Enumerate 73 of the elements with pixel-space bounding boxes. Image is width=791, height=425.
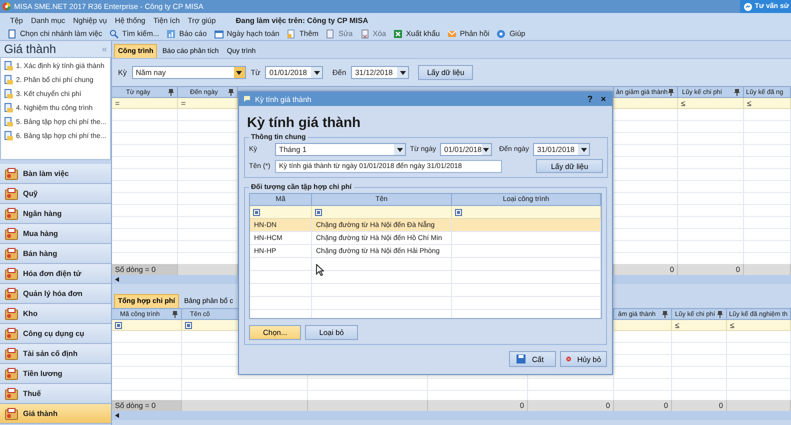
- scroll-left-icon[interactable]: [115, 413, 119, 418]
- help-button[interactable]: ?: [585, 94, 595, 104]
- document-icon: [4, 89, 13, 99]
- delete-icon: [360, 28, 370, 38]
- help-icon: [496, 28, 506, 38]
- close-button[interactable]: ×: [598, 94, 608, 104]
- folder-icon: [5, 228, 18, 240]
- filter-cell[interactable]: =: [178, 98, 238, 109]
- document-icon: [7, 28, 17, 38]
- folder-icon: [5, 188, 18, 200]
- caret-icon: [314, 70, 320, 74]
- pin-icon[interactable]: [734, 88, 740, 96]
- operator-icon[interactable]: [455, 208, 462, 216]
- filter-cell[interactable]: =: [112, 98, 178, 109]
- pin-icon[interactable]: [168, 88, 174, 96]
- cancel-icon: [566, 354, 572, 364]
- operator-icon[interactable]: [253, 208, 260, 216]
- filter-cell[interactable]: [112, 320, 182, 331]
- caret-icon: [396, 148, 402, 152]
- folder-icon: [5, 368, 18, 380]
- filter-cell[interactable]: ≤: [678, 98, 744, 109]
- filter-cell[interactable]: [614, 320, 672, 331]
- folder-icon: [5, 268, 18, 280]
- folder-icon: [5, 288, 18, 300]
- scroll-left-icon[interactable]: [115, 277, 119, 282]
- panel-title: Giá thành: [4, 42, 56, 56]
- chart-icon: [166, 28, 176, 38]
- operator-icon[interactable]: [185, 322, 192, 328]
- pin-icon[interactable]: [717, 310, 723, 318]
- caret-icon: [236, 70, 242, 74]
- folder-icon: [5, 388, 18, 400]
- mail-icon: [446, 28, 457, 38]
- operator-icon[interactable]: [315, 208, 322, 216]
- pin-icon[interactable]: [172, 310, 178, 318]
- operator-icon[interactable]: [115, 322, 122, 328]
- footer-cell: [178, 264, 238, 275]
- pin-icon[interactable]: [662, 310, 668, 318]
- edit-icon: [325, 28, 336, 38]
- footer-cell: [727, 400, 791, 411]
- folder-icon: [5, 168, 18, 180]
- pin-icon[interactable]: [668, 88, 674, 96]
- folder-icon: [5, 328, 18, 340]
- calendar-icon: [214, 28, 224, 38]
- caret-icon: [483, 148, 490, 152]
- spreadsheet-icon: [393, 28, 404, 38]
- pin-icon[interactable]: [228, 88, 234, 96]
- filter-cell[interactable]: [312, 206, 452, 219]
- filter-cell[interactable]: [250, 206, 312, 219]
- flag-icon: [243, 95, 251, 103]
- filter-cell[interactable]: ≤: [727, 320, 791, 331]
- chat-bubble-icon: [744, 2, 752, 10]
- filter-cell[interactable]: ≤: [672, 320, 727, 331]
- document-icon: [4, 61, 13, 71]
- folder-icon: [5, 248, 18, 260]
- document-icon: [4, 103, 13, 113]
- filter-cell[interactable]: ≤: [744, 98, 791, 109]
- folder-icon: [5, 408, 18, 420]
- document-icon: [4, 131, 13, 141]
- caret-icon: [400, 70, 406, 74]
- add-document-icon: [286, 28, 296, 38]
- filter-cell[interactable]: [452, 206, 601, 219]
- folder-icon: [5, 208, 18, 220]
- filter-cell[interactable]: [614, 98, 678, 109]
- horizontal-scrollbar[interactable]: [112, 411, 791, 420]
- mouse-cursor-icon: [316, 264, 324, 276]
- document-icon: [4, 75, 13, 85]
- folder-icon: [5, 308, 18, 320]
- footer-cell: [744, 264, 791, 275]
- caret-icon: [580, 148, 587, 152]
- logo-icon: [2, 2, 11, 11]
- folder-icon: [5, 348, 18, 360]
- dialog-heading: Kỳ tính giá thành: [246, 113, 362, 132]
- document-icon: [4, 117, 13, 127]
